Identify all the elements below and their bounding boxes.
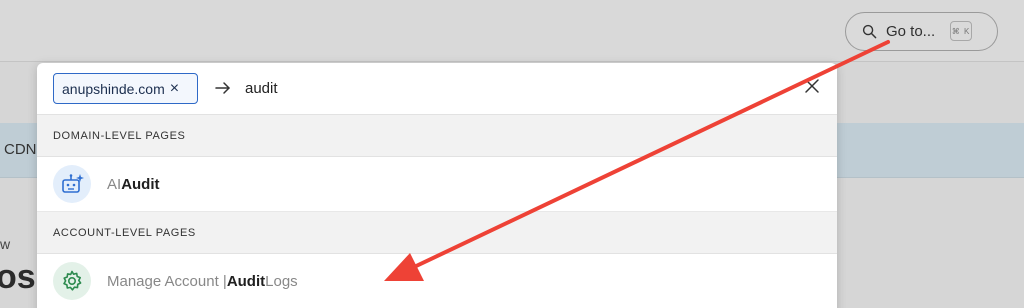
result-ai-audit[interactable]: AI Audit [37, 157, 837, 212]
banner-text: CDN [4, 141, 37, 158]
search-row: anupshinde.com × [37, 63, 837, 115]
shortcut-badge: ⌘ K [950, 21, 972, 41]
section-header-domain: DOMAIN-LEVEL PAGES [37, 115, 837, 157]
goto-button[interactable]: Go to... ⌘ K [845, 12, 998, 51]
result-label-match: Audit [226, 272, 266, 290]
result-label-match: Audit [121, 175, 160, 193]
domain-chip[interactable]: anupshinde.com × [53, 73, 198, 104]
page-subtitle: w [0, 236, 11, 252]
section-header-account: ACCOUNT-LEVEL PAGES [37, 212, 837, 254]
result-label-suffix: Logs [265, 272, 298, 290]
page-header: Go to... ⌘ K [0, 0, 1024, 62]
domain-chip-label: anupshinde.com [62, 80, 165, 97]
goto-label: Go to... [886, 23, 936, 40]
result-audit-logs[interactable]: Manage Account | Audit Logs [37, 254, 837, 308]
command-palette: anupshinde.com × DOMAIN-LEVEL PAGES [37, 63, 837, 308]
robot-icon [53, 165, 91, 203]
gear-icon [53, 262, 91, 300]
chip-close-icon[interactable]: × [170, 80, 179, 97]
result-label-prefix: Manage Account | [107, 272, 227, 290]
arrow-right-icon [215, 82, 230, 94]
close-icon[interactable] [803, 77, 821, 95]
search-icon [862, 24, 877, 39]
search-input[interactable] [245, 74, 765, 103]
result-label-prefix: AI [107, 175, 122, 193]
